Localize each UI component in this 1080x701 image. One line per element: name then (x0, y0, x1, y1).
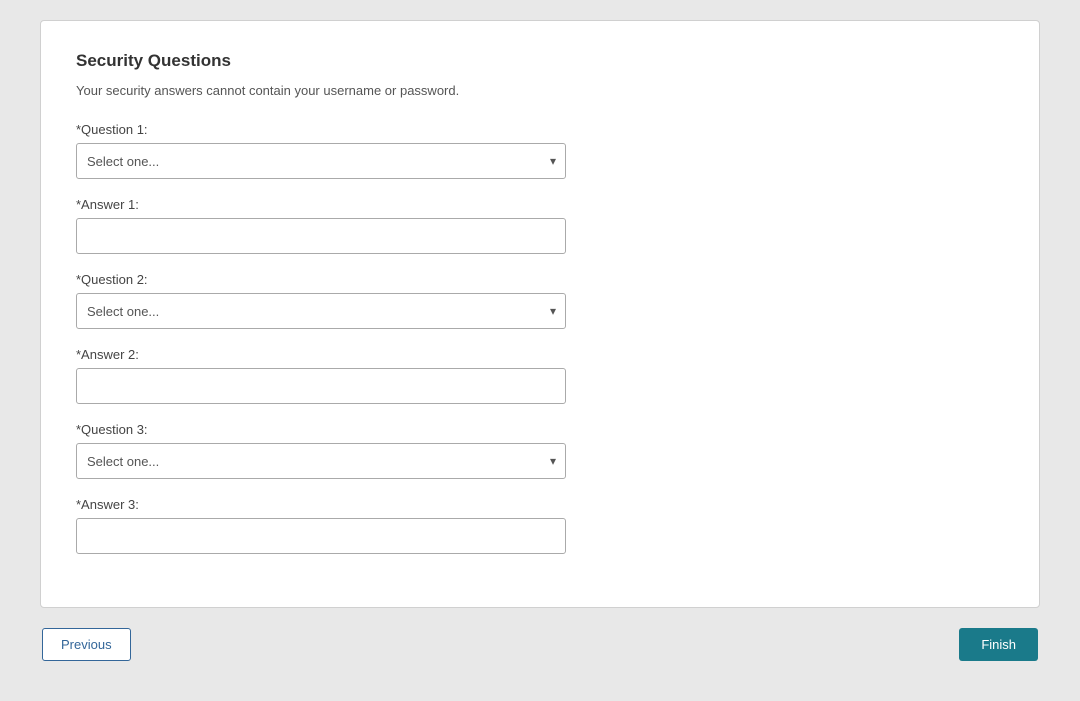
question3-select-wrapper: Select one... ▾ (76, 443, 566, 479)
answer1-label: *Answer 1: (76, 197, 1004, 212)
security-questions-card: Security Questions Your security answers… (40, 20, 1040, 608)
page-wrapper: Security Questions Your security answers… (0, 0, 1080, 701)
answer3-group: *Answer 3: (76, 497, 1004, 554)
question1-select[interactable]: Select one... (76, 143, 566, 179)
question1-select-wrapper: Select one... ▾ (76, 143, 566, 179)
answer1-input[interactable] (76, 218, 566, 254)
answer2-input[interactable] (76, 368, 566, 404)
card-title: Security Questions (76, 51, 1004, 71)
question1-group: *Question 1: Select one... ▾ (76, 122, 1004, 179)
question3-label: *Question 3: (76, 422, 1004, 437)
answer2-group: *Answer 2: (76, 347, 1004, 404)
answer3-label: *Answer 3: (76, 497, 1004, 512)
question2-label: *Question 2: (76, 272, 1004, 287)
answer3-input[interactable] (76, 518, 566, 554)
card-subtitle: Your security answers cannot contain you… (76, 83, 1004, 98)
question2-select[interactable]: Select one... (76, 293, 566, 329)
finish-button[interactable]: Finish (959, 628, 1038, 661)
question2-group: *Question 2: Select one... ▾ (76, 272, 1004, 329)
answer1-group: *Answer 1: (76, 197, 1004, 254)
question3-group: *Question 3: Select one... ▾ (76, 422, 1004, 479)
previous-button[interactable]: Previous (42, 628, 131, 661)
footer: Previous Finish (40, 628, 1040, 661)
question1-label: *Question 1: (76, 122, 1004, 137)
answer2-label: *Answer 2: (76, 347, 1004, 362)
question2-select-wrapper: Select one... ▾ (76, 293, 566, 329)
question3-select[interactable]: Select one... (76, 443, 566, 479)
